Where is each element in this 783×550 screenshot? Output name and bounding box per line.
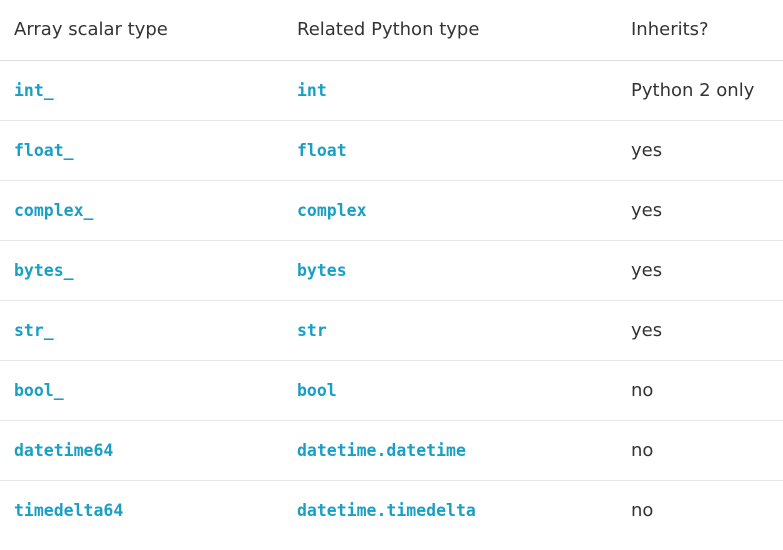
inherits-value: no (631, 499, 654, 521)
array-scalar-link[interactable]: int_ (14, 81, 54, 100)
scalar-type-table: Array scalar type Related Python type In… (0, 0, 783, 540)
inherits-value: yes (617, 240, 783, 301)
python-type-link[interactable]: int (297, 81, 327, 100)
header-array-scalar-type: Array scalar type (0, 0, 283, 61)
python-type-link[interactable]: datetime.timedelta (297, 501, 476, 520)
table-row: datetime64 datetime.datetime no (0, 420, 783, 481)
header-inherits: Inherits? (617, 0, 783, 61)
table-row: complex_ complex yes (0, 180, 783, 241)
table-header-row: Array scalar type Related Python type In… (0, 0, 783, 61)
array-scalar-link[interactable]: timedelta64 (14, 501, 123, 520)
inherits-value: yes (617, 180, 783, 241)
array-scalar-link[interactable]: datetime64 (14, 441, 113, 460)
inherits-value: no (617, 420, 783, 481)
inherits-value: Python 2 only (617, 60, 783, 121)
python-type-link[interactable]: datetime.datetime (297, 441, 466, 460)
header-related-python-type: Related Python type (283, 0, 617, 61)
table-row: timedelta64 datetime.timedelta no (0, 480, 783, 540)
table-row: str_ str yes (0, 300, 783, 361)
table-row: bool_ bool no (0, 360, 783, 421)
python-type-link[interactable]: complex (297, 201, 367, 220)
table-row: bytes_ bytes yes (0, 240, 783, 301)
array-scalar-link[interactable]: str_ (14, 321, 54, 340)
array-scalar-link[interactable]: bool_ (14, 381, 64, 400)
python-type-link[interactable]: float (297, 141, 347, 160)
inherits-value: yes (617, 300, 783, 361)
inherits-value: no (617, 360, 783, 421)
array-scalar-link[interactable]: bytes_ (14, 261, 74, 280)
python-type-link[interactable]: bool (297, 381, 337, 400)
python-type-link[interactable]: str (297, 321, 327, 340)
inherits-value: yes (617, 120, 783, 181)
table-row: float_ float yes (0, 120, 783, 181)
array-scalar-link[interactable]: float_ (14, 141, 74, 160)
python-type-link[interactable]: bytes (297, 261, 347, 280)
table-row: int_ int Python 2 only (0, 60, 783, 121)
array-scalar-link[interactable]: complex_ (14, 201, 93, 220)
